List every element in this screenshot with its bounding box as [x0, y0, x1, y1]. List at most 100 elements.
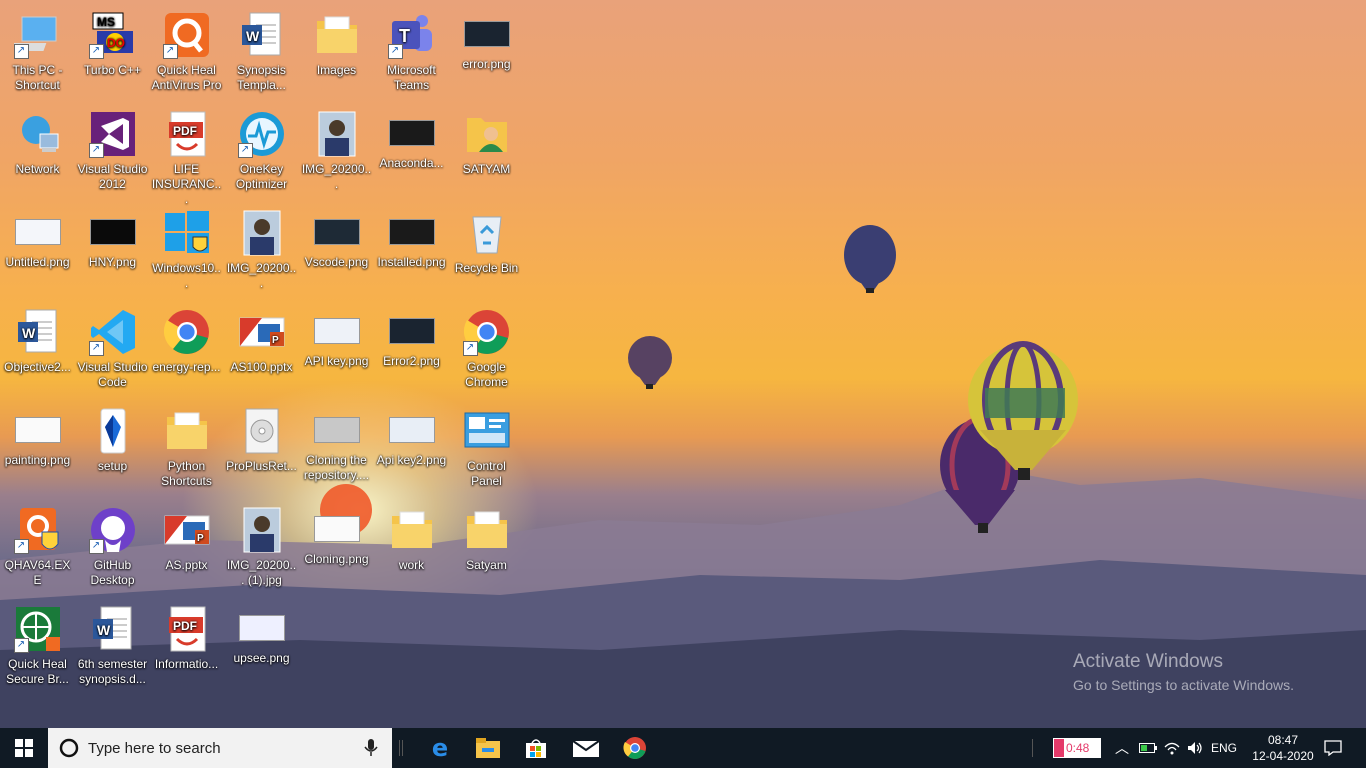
desktop-icon[interactable]: P AS100.pptx [224, 302, 299, 398]
desktop-icon[interactable]: W Objective2... [0, 302, 75, 398]
desktop-icon[interactable]: ↗ Visual Studio 2012 [75, 104, 150, 200]
desktop-icon[interactable]: W Synopsis Templa... [224, 5, 299, 101]
desktop-icon[interactable]: ↗ Quick Heal Secure Br... [0, 599, 75, 695]
taskbar-store-button[interactable] [512, 728, 560, 768]
notification-icon [1324, 740, 1342, 756]
desktop-icon[interactable]: ↗ This PC - Shortcut [0, 5, 75, 101]
desktop-icon[interactable]: Api key2.png [374, 401, 449, 497]
desktop-icon[interactable]: Vscode.png [299, 203, 374, 299]
desktop-icon-label: Recycle Bin [454, 261, 519, 275]
balloon-2 [628, 336, 672, 389]
desktop-icon[interactable]: Installed.png [374, 203, 449, 299]
svg-text:W: W [22, 325, 36, 341]
tray-divider [1032, 739, 1033, 757]
microphone-icon[interactable] [364, 739, 378, 757]
desktop-icon[interactable]: painting.png [0, 401, 75, 497]
taskbar-mail-button[interactable] [560, 728, 612, 768]
desktop-icon[interactable]: Cloning.png [299, 500, 374, 596]
battery-indicator[interactable]: 0:48 [1050, 728, 1104, 768]
desktop-icon[interactable]: Cloning the repository.... [299, 401, 374, 497]
desktop-icon[interactable]: API key.png [299, 302, 374, 398]
desktop-icon-label: setup [97, 459, 128, 473]
image-file-icon [388, 417, 435, 443]
desktop-icon[interactable]: Satyam [449, 500, 524, 596]
taskbar-chrome-button[interactable] [612, 728, 658, 768]
clock-date: 12-04-2020 [1252, 749, 1314, 763]
desktop-icon[interactable]: PDF LIFE INSURANC... [149, 104, 224, 206]
taskbar-file-explorer-button[interactable] [464, 728, 512, 768]
volume-tray-button[interactable] [1184, 728, 1206, 768]
show-hidden-icons-button[interactable]: ︿ [1112, 728, 1132, 768]
taskbar-edge-button[interactable]: e [416, 728, 464, 768]
desktop-icon[interactable]: ↗ OneKey Optimizer [224, 104, 299, 200]
desktop-icon-label: Installed.png [377, 255, 446, 269]
desktop-icon[interactable]: Images [299, 5, 374, 101]
vscode-icon: ↗ [88, 308, 137, 356]
taskbar: Type here to search e 0:48 ︿ ENG 08:47 1… [0, 728, 1366, 768]
desktop-icon[interactable]: ↗ Visual Studio Code [75, 302, 150, 398]
svg-text:MS: MS [97, 15, 115, 29]
folder-icon [313, 11, 361, 59]
start-button[interactable] [0, 728, 48, 768]
desktop-icon-label: Visual Studio Code [77, 360, 148, 389]
visual-studio-icon: ↗ [88, 110, 137, 158]
desktop-icon[interactable]: Recycle Bin [449, 203, 524, 299]
desktop-icon[interactable]: PDF Informatio... [149, 599, 224, 695]
desktop-icon[interactable]: IMG_20200... [299, 104, 374, 200]
desktop-icon[interactable]: energy-rep... [149, 302, 224, 398]
desktop-icon[interactable]: ProPlusRet... [224, 401, 299, 497]
onekey-icon: ↗ [237, 110, 286, 158]
desktop-icon-label: 6th semester synopsis.d... [77, 657, 148, 686]
image-file-icon [313, 417, 360, 443]
desktop-icon-label: Turbo C++ [84, 63, 141, 77]
desktop-icon[interactable]: Anaconda... [374, 104, 449, 200]
desktop-icon[interactable]: Untitled.png [0, 203, 75, 299]
desktop-icon-label: AS100.pptx [230, 360, 293, 374]
battery-tray-button[interactable] [1136, 728, 1160, 768]
shortcut-arrow-icon: ↗ [88, 44, 104, 59]
desktop-icon-label: Quick Heal AntiVirus Pro [151, 63, 222, 92]
svg-text:P: P [272, 335, 279, 346]
desktop-icon[interactable]: Error2.png [374, 302, 449, 398]
desktop-icon-label: Satyam [466, 558, 507, 572]
desktop-icon-label: OneKey Optimizer [235, 162, 288, 191]
language-indicator[interactable]: ENG [1208, 728, 1240, 768]
taskbar-search-box[interactable]: Type here to search [48, 728, 392, 768]
cortana-circle-icon [59, 738, 79, 758]
svg-text:W: W [246, 28, 260, 44]
desktop-icon[interactable]: ↗ Quick Heal AntiVirus Pro [149, 5, 224, 101]
desktop-icon[interactable]: Network [0, 104, 75, 200]
desktop-icon[interactable]: IMG_20200... (1).jpg [224, 500, 299, 596]
desktop-icon-label: Quick Heal Secure Br... [6, 657, 69, 686]
desktop-icon[interactable]: error.png [449, 5, 524, 101]
desktop-icon-label: LIFE INSURANC... [151, 162, 222, 206]
clock[interactable]: 08:47 12-04-2020 [1246, 728, 1320, 768]
desktop-icon-label: HNY.png [88, 255, 137, 269]
desktop-icon-label: painting.png [4, 453, 71, 467]
wifi-tray-button[interactable] [1160, 728, 1184, 768]
desktop-icon[interactable]: work [374, 500, 449, 596]
chrome-icon [163, 308, 211, 356]
desktop-icon[interactable]: SATYAM [449, 104, 524, 200]
desktop-icon[interactable]: IMG_20200... [224, 203, 299, 299]
desktop-icon[interactable]: Python Shortcuts [149, 401, 224, 497]
photo-icon [238, 209, 286, 257]
image-file-icon [14, 417, 61, 443]
desktop-icon[interactable]: ↗ GitHub Desktop [75, 500, 150, 596]
file-explorer-icon [476, 738, 500, 758]
desktop-icon[interactable]: ↗ Google Chrome [449, 302, 524, 398]
desktop-icon[interactable]: T ↗ Microsoft Teams [374, 5, 449, 101]
desktop-icon[interactable]: P AS.pptx [149, 500, 224, 596]
desktop-icon[interactable]: Windows10... [149, 203, 224, 299]
image-file-icon [238, 615, 285, 641]
desktop-icon[interactable]: HNY.png [75, 203, 150, 299]
desktop-icon[interactable]: MS DO ↗ Turbo C++ [75, 5, 150, 101]
desktop-icon[interactable]: upsee.png [224, 599, 299, 695]
desktop-icon-label: Network [15, 162, 60, 176]
desktop-icon[interactable]: W 6th semester synopsis.d... [75, 599, 150, 695]
desktop-icon[interactable]: ↗ QHAV64.EXE [0, 500, 75, 596]
action-center-button[interactable] [1318, 728, 1348, 768]
desktop-icon[interactable]: setup [75, 401, 150, 497]
chevron-up-icon: ︿ [1115, 740, 1129, 756]
desktop-icon[interactable]: Control Panel [449, 401, 524, 497]
